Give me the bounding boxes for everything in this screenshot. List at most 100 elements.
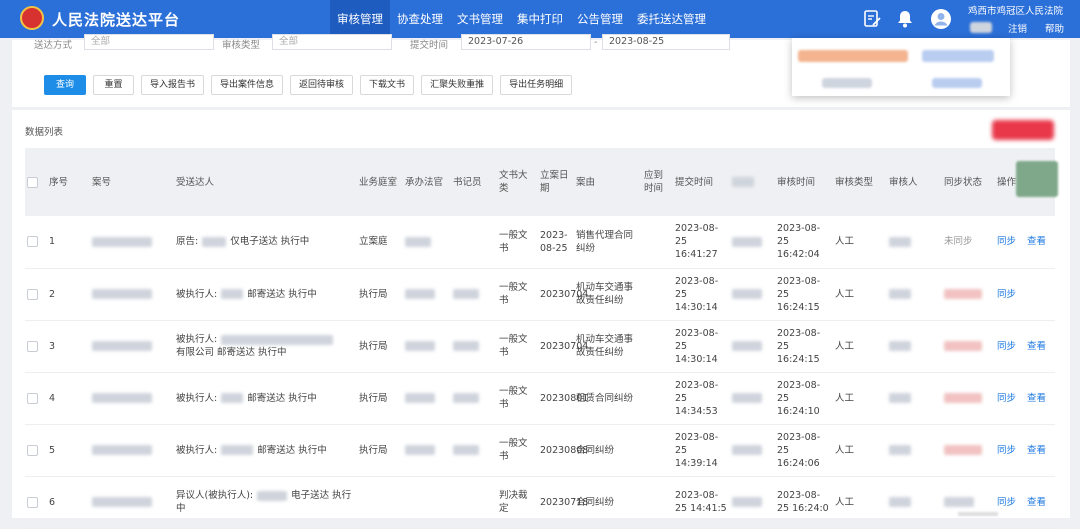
return-review-button[interactable]: 返回待审核 [290, 75, 354, 95]
submit-time-label: 提交时间 [410, 40, 449, 51]
floating-thumbnail[interactable] [1016, 161, 1058, 197]
row-recipient: 异议人(被执行人): 电子送达 执行中 [174, 476, 357, 529]
view-link[interactable]: 查看 [1025, 320, 1055, 373]
masked-action-button[interactable] [992, 120, 1054, 140]
court-emblem-icon [20, 6, 44, 30]
row-recipient: 被执行人: 邮寄送达 执行中 [174, 268, 357, 321]
col-should-time: 应到时间 [642, 148, 673, 216]
row-submit-time: 2023-08-25 14:41:5 [673, 476, 730, 529]
review-type-label: 审核类型 [222, 40, 261, 51]
col-review-time: 审核时间 [775, 148, 833, 216]
view-link[interactable] [1025, 268, 1055, 321]
row-doc-category: 判决裁定 [497, 476, 538, 529]
row-review-time: 2023-08-25 16:24:15 [775, 268, 833, 321]
download-doc-button[interactable]: 下载文书 [360, 75, 415, 95]
sync-link[interactable]: 同步 [995, 320, 1025, 373]
date-separator: - [594, 37, 598, 48]
sync-status-masked [944, 445, 982, 455]
row-seq: 3 [47, 320, 90, 373]
row-recipient: 被执行人: 邮寄送达 执行中 [174, 372, 357, 425]
row-checkbox[interactable] [27, 288, 38, 300]
edit-doc-icon[interactable] [862, 9, 882, 29]
reviewer-masked [889, 341, 911, 351]
row-cause: 租赁合同纠纷 [574, 372, 642, 425]
table-row[interactable]: 5 被执行人: 邮寄送达 执行中 执行局 一般文书 20230808 合同纠纷 2… [25, 424, 1055, 477]
row-dept: 立案庭 [357, 216, 403, 269]
sync-status-masked [944, 341, 982, 351]
delivery-method-select[interactable]: 全部 [84, 34, 214, 50]
nav-documents[interactable]: 文书管理 [450, 0, 510, 38]
reset-button[interactable]: 重置 [93, 75, 134, 95]
top-header: 人民法院送达平台 审核管理 协查处理 文书管理 集中打印 公告管理 委托送达管理… [0, 0, 1080, 38]
col-clerk: 书记员 [451, 148, 497, 216]
row-seq: 1 [47, 216, 90, 269]
view-link[interactable]: 查看 [1025, 216, 1055, 269]
reviewer-masked [889, 236, 911, 247]
user-dropdown [792, 38, 1010, 96]
table-row[interactable]: 4 被执行人: 邮寄送达 执行中 执行局 一般文书 20230801 租赁合同纠纷… [25, 372, 1055, 425]
bell-icon[interactable] [895, 9, 915, 29]
export-case-info-button[interactable]: 导出案件信息 [211, 75, 284, 95]
export-task-button[interactable]: 导出任务明细 [500, 75, 573, 95]
nav-print[interactable]: 集中打印 [510, 0, 570, 38]
data-table: 序号 案号 受送达人 业务庭室 承办法官 书记员 文书大类 立案日期 案由 应到… [25, 148, 1055, 529]
nav-investigation[interactable]: 协查处理 [390, 0, 450, 38]
import-report-button[interactable]: 导入报告书 [141, 75, 205, 95]
clerk-masked [453, 393, 479, 403]
judge-masked [405, 236, 431, 247]
select-all-checkbox[interactable] [27, 176, 38, 188]
view-link[interactable]: 查看 [1025, 424, 1055, 477]
row-dept: 执行局 [357, 268, 403, 321]
logout-link[interactable]: 注销 [1008, 21, 1027, 35]
user-avatar-icon[interactable] [930, 8, 952, 30]
nav-review-management[interactable]: 审核管理 [330, 0, 390, 38]
dropdown-item-masked[interactable] [798, 50, 908, 62]
table-row[interactable]: 2 被执行人: 邮寄送达 执行中 执行局 一般文书 20230704 机动车交通事… [25, 268, 1055, 321]
row-recipient: 被执行人: 有限公司 邮寄送达 执行中 [174, 320, 357, 373]
row-review-type: 人工 [833, 268, 887, 321]
row-filing-date: 20230704 [538, 320, 588, 373]
row-checkbox[interactable] [27, 392, 38, 404]
row-seq: 6 [47, 476, 90, 529]
table-row[interactable]: 6 异议人(被执行人): 电子送达 执行中 判决裁定 20230718 合同纠纷 … [25, 476, 1055, 529]
table-row[interactable]: 3 被执行人: 有限公司 邮寄送达 执行中 执行局 一般文书 20230704 机… [25, 320, 1055, 373]
case-no-masked [92, 497, 152, 507]
row-dept: 执行局 [357, 372, 403, 425]
aggregate-fail-button[interactable]: 汇聚失败重推 [421, 75, 494, 95]
sync-link[interactable]: 同步 [995, 372, 1025, 425]
dropdown-item-masked[interactable] [932, 78, 982, 88]
date-end-input[interactable]: 2023-08-25 [602, 34, 730, 50]
row-checkbox[interactable] [27, 444, 38, 456]
sync-status-masked [944, 393, 982, 403]
date-start-input[interactable]: 2023-07-26 [461, 34, 591, 50]
col-dept: 业务庭室 [357, 148, 403, 216]
case-no-masked [92, 236, 152, 247]
query-button[interactable]: 查询 [44, 75, 86, 95]
help-link[interactable]: 帮助 [1045, 21, 1064, 35]
row-checkbox[interactable] [27, 340, 38, 352]
case-no-masked [92, 289, 152, 299]
table-row[interactable]: 1 原告: 仅电子送达 执行中 立案庭 一般文书 2023-08-25 销售代理合… [25, 216, 1055, 269]
judge-masked [405, 445, 435, 455]
row-submit-time: 2023-08-25 14:39:14 [673, 424, 730, 477]
row-doc-category: 一般文书 [497, 216, 538, 269]
sync-status-masked [944, 497, 974, 507]
clerk-masked [453, 341, 479, 351]
nav-announcements[interactable]: 公告管理 [570, 0, 630, 38]
sync-link[interactable]: 同步 [995, 424, 1025, 477]
main-nav: 审核管理 协查处理 文书管理 集中打印 公告管理 委托送达管理 [330, 0, 713, 38]
view-link[interactable]: 查看 [1025, 372, 1055, 425]
row-cause: 销售代理合同纠纷 [574, 216, 642, 269]
row-checkbox[interactable] [27, 236, 38, 248]
list-title: 数据列表 [25, 127, 64, 138]
nav-entrusted-delivery[interactable]: 委托送达管理 [630, 0, 713, 38]
row-checkbox[interactable] [27, 496, 38, 508]
sync-link[interactable]: 同步 [995, 476, 1025, 529]
col-filing-date: 立案日期 [538, 148, 574, 216]
sync-link[interactable]: 同步 [995, 216, 1025, 269]
dropdown-item-masked[interactable] [922, 50, 994, 62]
dropdown-item-masked[interactable] [822, 78, 872, 88]
review-type-select[interactable]: 全部 [272, 34, 392, 50]
view-link[interactable]: 查看 [1025, 476, 1055, 529]
sync-link[interactable]: 同步 [995, 268, 1025, 321]
